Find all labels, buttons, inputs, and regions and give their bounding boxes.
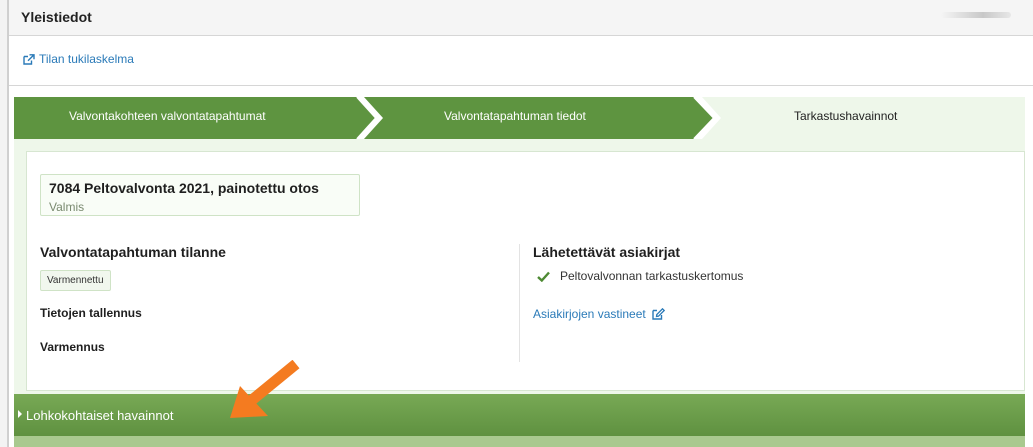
saving-label: Tietojen tallennus [40,306,142,320]
responses-link-label: Asiakirjojen vastineet [533,307,646,321]
verification-label: Varmennus [40,340,105,354]
check-icon [537,271,550,282]
documents-heading: Lähetettävät asiakirjat [533,244,681,260]
farm-support-calculation-link[interactable]: Tilan tukilaskelma [23,52,134,66]
window-left-edge [0,0,8,447]
step-1-label[interactable]: Valvontakohteen valvontatapahtumat [69,109,266,123]
progress-steps: Valvontakohteen valvontatapahtumat Valvo… [14,97,1025,139]
panel-title: Yleistiedot [21,9,92,25]
document-name: Peltovalvonnan tarkastuskertomus [560,269,744,283]
details-card: 7084 Peltovalvonta 2021, painotettu otos… [26,151,1025,391]
case-status: Valmis [49,200,85,214]
accordion-bottom-strip [14,436,1025,447]
link-label: Tilan tukilaskelma [39,52,134,66]
status-badge: Varmennettu [40,270,111,291]
document-item: Peltovalvonnan tarkastuskertomus [537,269,743,283]
caret-right-icon [18,410,22,418]
document-responses-link[interactable]: Asiakirjojen vastineet [533,307,665,321]
panel-header: Yleistiedot [9,0,1033,36]
pointer-arrow-icon [230,360,300,418]
external-link-icon [23,53,35,65]
edit-icon [652,308,665,320]
case-title: 7084 Peltovalvonta 2021, painotettu otos [49,180,319,196]
plot-observations-accordion[interactable]: Lohkokohtaiset havainnot [14,394,1025,436]
case-title-box: 7084 Peltovalvonta 2021, painotettu otos… [40,174,360,216]
link-row: Tilan tukilaskelma [9,36,1033,86]
event-status-heading: Valvontatapahtuman tilanne [40,244,226,260]
header-decoration [941,12,1011,18]
step-2-label[interactable]: Valvontatapahtuman tiedot [444,109,586,123]
column-divider [519,244,520,362]
step-3-label[interactable]: Tarkastushavainnot [794,109,897,123]
accordion-label: Lohkokohtaiset havainnot [26,408,174,423]
